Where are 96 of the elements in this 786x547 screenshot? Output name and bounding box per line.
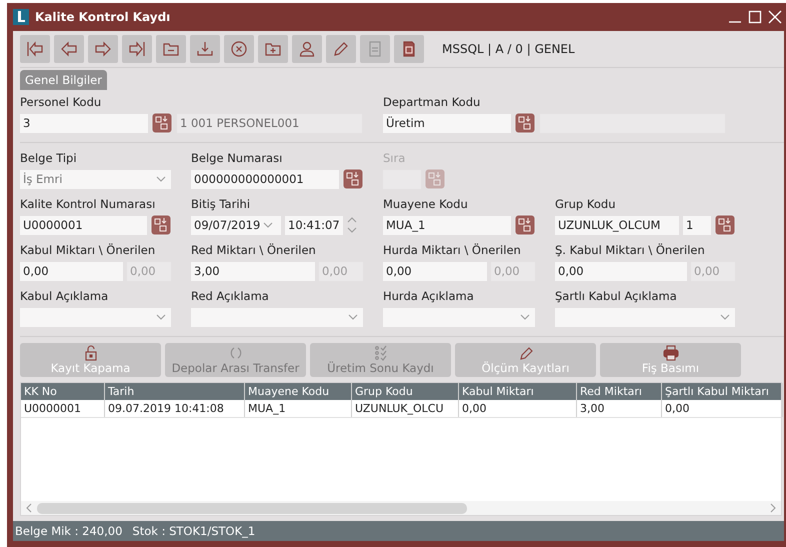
field-label: Şartlı Kabul Açıklama <box>555 289 678 303</box>
maximize-icon[interactable] <box>748 10 762 24</box>
suggested-field: 0,00 <box>491 262 535 280</box>
field-label: Ş. Kabul Miktarı \ Önerilen <box>555 243 706 257</box>
person-button[interactable] <box>292 35 322 63</box>
input-field[interactable]: 3 <box>20 114 148 132</box>
horizontal-scrollbar[interactable] <box>21 501 781 515</box>
field-label: Belge Tipi <box>20 151 78 165</box>
field-label: Kabul Açıklama <box>20 289 110 303</box>
chevron-down-icon <box>156 176 166 182</box>
field-label: Sıra <box>383 151 406 165</box>
column-header[interactable]: Muayene Kodu <box>245 383 352 400</box>
field-label: Red Açıklama <box>191 289 270 303</box>
table-cell: 0,00 <box>459 400 577 417</box>
field-label: Hurda Açıklama <box>383 289 475 303</box>
date-value: 09/07/2019 <box>194 218 260 232</box>
input-field[interactable]: MUA_1 <box>383 216 511 234</box>
app-logo-icon <box>13 9 29 25</box>
input-field[interactable]: Üretim <box>383 114 511 132</box>
field-label: Kalite Kontrol Numarası <box>20 197 156 211</box>
time-field[interactable]: 10:41:07 <box>285 216 343 234</box>
field-label: Personel Kodu <box>20 95 102 109</box>
quantity-field[interactable]: 0,00 <box>555 262 687 280</box>
input-field[interactable]: 1 <box>683 216 711 234</box>
skip-left-icon <box>25 39 45 59</box>
first-button[interactable] <box>20 35 50 63</box>
status-text: Belge Mik : 240,00 <box>15 524 122 538</box>
input-field[interactable]: U0000001 <box>20 216 147 234</box>
prev-button[interactable] <box>54 35 84 63</box>
field-label: Bitiş Tarihi <box>191 197 252 211</box>
download-button[interactable] <box>190 35 220 63</box>
field-label: Departman Kodu <box>383 95 482 109</box>
suggested-field: 0,00 <box>691 262 735 280</box>
arrow-left-icon <box>59 39 79 59</box>
pencil-icon <box>518 345 534 361</box>
chevron-down-icon <box>720 314 730 320</box>
table-cell: 09.07.2019 10:41:08 <box>105 400 245 417</box>
close-icon[interactable] <box>768 10 782 24</box>
lock-icon <box>82 345 98 361</box>
chevron-left-icon[interactable] <box>25 503 33 513</box>
field-label: Belge Numarası <box>191 151 284 165</box>
table-cell: UZUNLUK_OLCU <box>352 400 459 417</box>
chevron-down-icon <box>263 222 274 228</box>
table-cell: 0,00 <box>662 400 783 417</box>
lookup-icon[interactable] <box>715 215 735 235</box>
checklist-icon <box>372 345 388 361</box>
input-field[interactable]: UZUNLUK_OLCUM <box>555 216 679 234</box>
input-field[interactable]: 000000000000001 <box>191 170 339 188</box>
quantity-field[interactable]: 0,00 <box>20 262 123 280</box>
suggested-field: 0,00 <box>319 262 363 280</box>
suggested-field: 0,00 <box>127 262 171 280</box>
cancel-icon <box>229 39 249 59</box>
window-title: Kalite Kontrol Kaydı <box>35 10 170 24</box>
column-header[interactable]: Grup Kodu <box>352 383 459 400</box>
field-label: Grup Kodu <box>555 197 616 211</box>
table-cell: 3,00 <box>577 400 662 417</box>
quantity-field[interactable]: 0,00 <box>383 262 487 280</box>
chevron-down-icon <box>520 314 530 320</box>
lookup-icon[interactable] <box>152 113 172 133</box>
date-field[interactable]: 09/07/2019 <box>191 216 281 234</box>
column-header[interactable]: Şartlı Kabul Miktarı <box>662 383 783 400</box>
lookup-icon[interactable] <box>515 215 535 235</box>
cancel-button[interactable] <box>224 35 254 63</box>
pencil-button[interactable] <box>326 35 356 63</box>
skip-right-icon <box>127 39 147 59</box>
status-text: Stok : STOK1/STOK_1 <box>132 524 256 538</box>
field-label: Kabul Miktarı \ Önerilen <box>20 243 156 257</box>
arrow-right-icon <box>93 39 113 59</box>
table-cell: U0000001 <box>21 400 105 417</box>
chevron-down-icon <box>156 314 166 320</box>
field-label: Muayene Kodu <box>383 197 469 211</box>
column-header[interactable]: KK No <box>21 383 105 400</box>
chevron-down-icon <box>348 314 358 320</box>
lookup-icon[interactable] <box>515 113 535 133</box>
description-field: 1 001 PERSONEL001 <box>177 114 362 132</box>
field-label: Red Miktarı \ Önerilen <box>191 243 317 257</box>
lookup-icon[interactable] <box>151 215 171 235</box>
tab[interactable]: Genel Bilgiler <box>20 70 107 90</box>
column-header[interactable]: Kabul Miktarı <box>459 383 577 400</box>
lookup-icon[interactable] <box>343 169 363 189</box>
table-cell: MUA_1 <box>245 400 352 417</box>
connection-info: MSSQL | A / 0 | GENEL <box>442 42 575 56</box>
quantity-field[interactable]: 3,00 <box>191 262 315 280</box>
document-button[interactable] <box>394 35 424 63</box>
folder-plus-button[interactable] <box>258 35 288 63</box>
column-header[interactable]: Tarih <box>105 383 245 400</box>
printer-icon <box>662 345 678 361</box>
next-button[interactable] <box>88 35 118 63</box>
chevron-right-icon[interactable] <box>769 503 777 513</box>
column-header[interactable]: Red Miktarı <box>577 383 662 400</box>
spinner-icon[interactable] <box>347 216 357 234</box>
field-label: Hurda Miktarı \ Önerilen <box>383 243 522 257</box>
dropdown[interactable]: İş Emri <box>20 170 171 188</box>
last-button[interactable] <box>122 35 152 63</box>
person-icon <box>297 39 317 59</box>
folder-minus-button[interactable] <box>156 35 186 63</box>
